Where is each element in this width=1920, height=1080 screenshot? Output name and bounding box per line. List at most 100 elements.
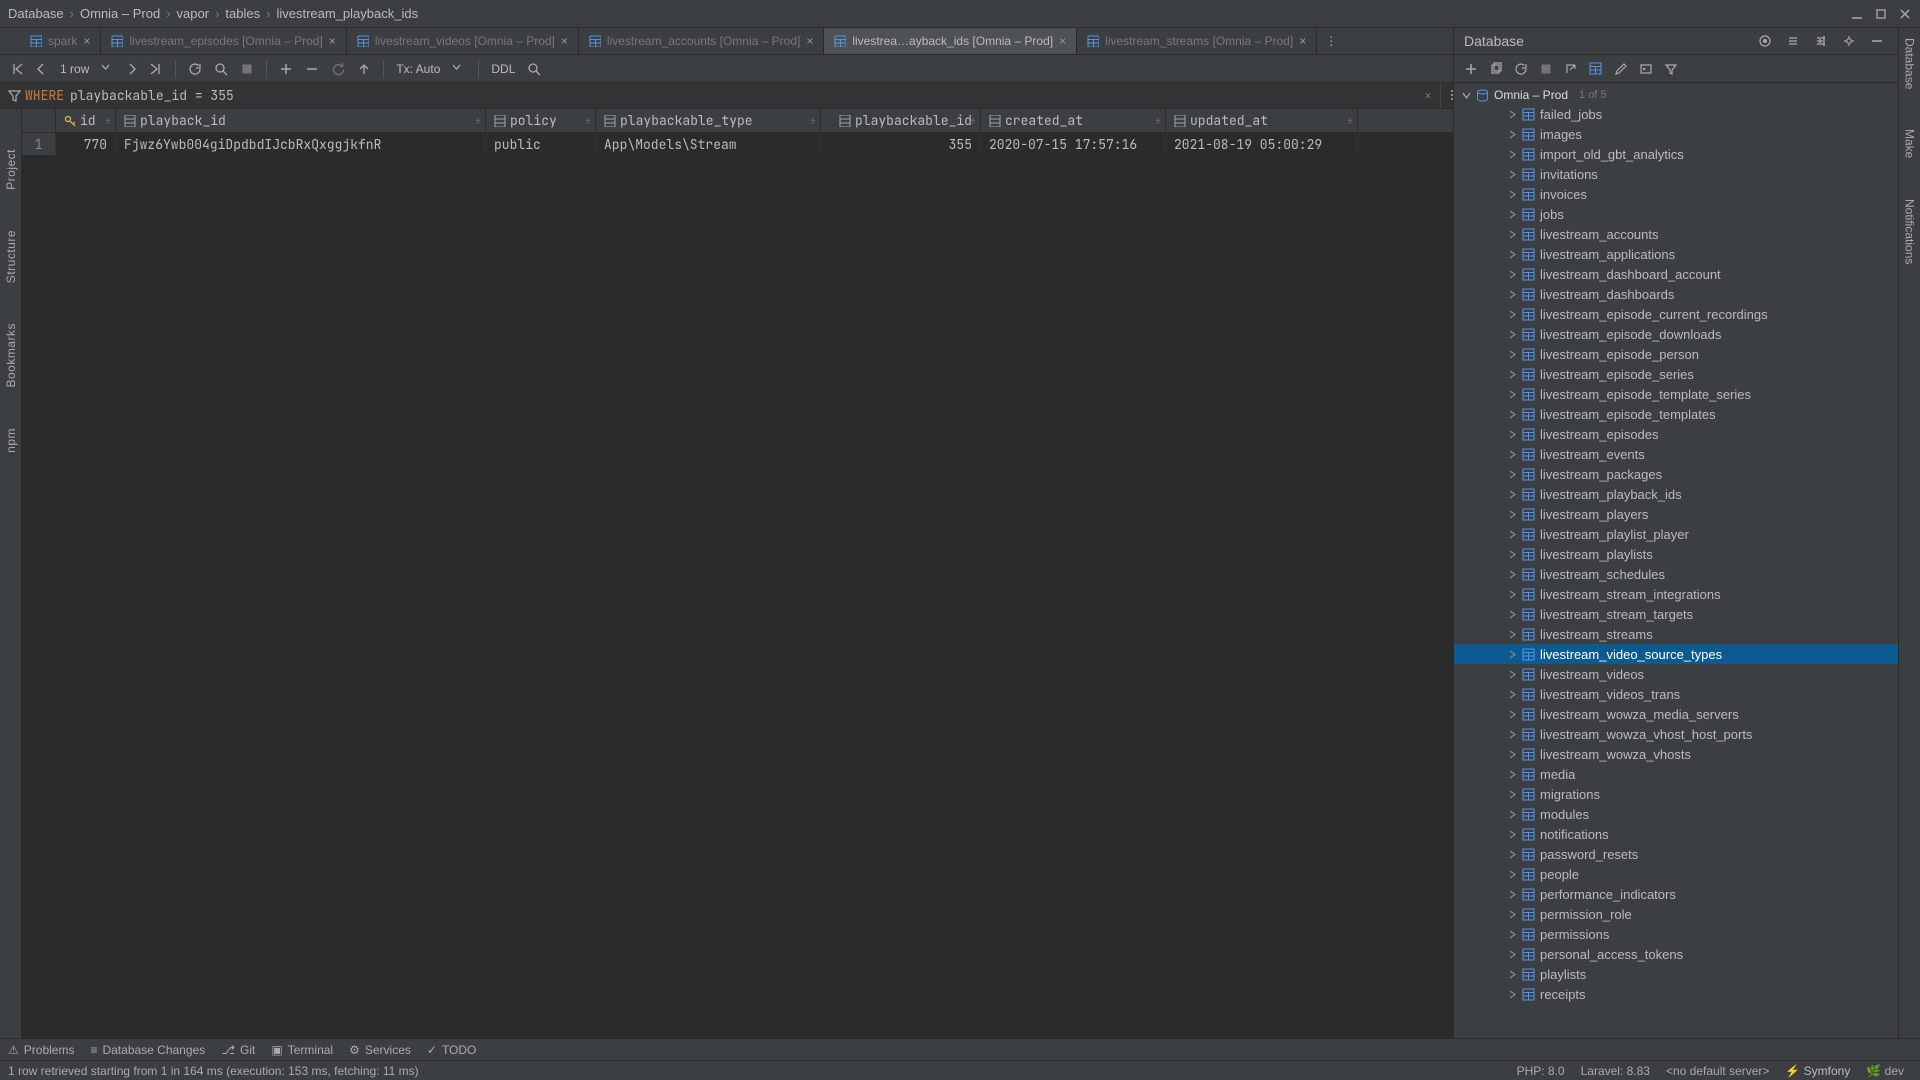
- where-clause-input[interactable]: WHERE playbackable_id = 355 ×: [0, 83, 1440, 108]
- database-tree-table[interactable]: livestream_stream_integrations: [1454, 584, 1898, 604]
- submit-icon[interactable]: [353, 58, 375, 80]
- column-header-id[interactable]: id÷: [56, 109, 116, 132]
- right-gutter-item[interactable]: Database: [1903, 38, 1917, 89]
- editor-tab[interactable]: livestrea…ayback_ids [Omnia – Prod]×: [824, 28, 1077, 54]
- database-tree-table[interactable]: livestream_accounts: [1454, 224, 1898, 244]
- database-tree-table[interactable]: notifications: [1454, 824, 1898, 844]
- database-tree-table[interactable]: livestream_video_source_types: [1454, 644, 1898, 664]
- column-header-policy[interactable]: policy÷: [486, 109, 596, 132]
- database-tree-table[interactable]: migrations: [1454, 784, 1898, 804]
- left-gutter-item[interactable]: Bookmarks: [4, 323, 18, 388]
- database-tree-table[interactable]: images: [1454, 124, 1898, 144]
- database-tree-table[interactable]: media: [1454, 764, 1898, 784]
- database-tree-table[interactable]: livestream_packages: [1454, 464, 1898, 484]
- breadcrumb[interactable]: Database›Omnia – Prod›vapor›tables›lives…: [8, 6, 418, 21]
- left-gutter-item[interactable]: npm: [4, 428, 18, 453]
- settings-icon[interactable]: [1810, 30, 1832, 52]
- cell-playbackable-id[interactable]: 355: [821, 133, 981, 155]
- jump-to-source-icon[interactable]: [1560, 58, 1582, 80]
- close-icon[interactable]: [1898, 7, 1912, 21]
- cell-id[interactable]: 770: [56, 133, 116, 155]
- table-view-icon[interactable]: [1585, 58, 1607, 80]
- console-icon[interactable]: [1635, 58, 1657, 80]
- database-tree-table[interactable]: playlists: [1454, 964, 1898, 984]
- breadcrumb-item[interactable]: Database: [8, 6, 64, 21]
- status-dev[interactable]: 🌿 dev: [1858, 1064, 1912, 1078]
- cell-updated-at[interactable]: 2021-08-19 05:00:29: [1166, 133, 1358, 155]
- breadcrumb-item[interactable]: livestream_playback_ids: [276, 6, 418, 21]
- status-symfony[interactable]: ⚡ Symfony: [1777, 1064, 1858, 1078]
- database-tree-table[interactable]: permissions: [1454, 924, 1898, 944]
- breadcrumb-item[interactable]: tables: [225, 6, 260, 21]
- next-page-icon[interactable]: [121, 58, 143, 80]
- cell-created-at[interactable]: 2020-07-15 17:57:16: [981, 133, 1166, 155]
- search-icon[interactable]: [523, 58, 545, 80]
- database-tree-table[interactable]: permission_role: [1454, 904, 1898, 924]
- clear-filter-icon[interactable]: ×: [1424, 87, 1432, 104]
- close-icon[interactable]: ×: [1299, 34, 1306, 48]
- minimize-icon[interactable]: [1850, 7, 1864, 21]
- tx-mode-label[interactable]: Tx: Auto: [392, 62, 444, 76]
- gear-icon[interactable]: [1838, 30, 1860, 52]
- database-tree-table[interactable]: livestream_episode_downloads: [1454, 324, 1898, 344]
- database-tree-table[interactable]: livestream_episode_person: [1454, 344, 1898, 364]
- database-tree-table[interactable]: livestream_stream_targets: [1454, 604, 1898, 624]
- database-tree-table[interactable]: livestream_videos: [1454, 664, 1898, 684]
- database-tree-table[interactable]: livestream_wowza_vhost_host_ports: [1454, 724, 1898, 744]
- stop-icon[interactable]: [236, 58, 258, 80]
- more-tabs-icon[interactable]: ⋮: [1317, 28, 1345, 54]
- edit-icon[interactable]: [1610, 58, 1632, 80]
- editor-tab[interactable]: livestream_videos [Omnia – Prod]×: [347, 28, 579, 54]
- close-icon[interactable]: ×: [561, 34, 568, 48]
- database-tree-table[interactable]: livestream_applications: [1454, 244, 1898, 264]
- database-tree-table[interactable]: livestream_episode_series: [1454, 364, 1898, 384]
- editor-tab[interactable]: spark×: [20, 28, 101, 54]
- database-tree-table[interactable]: personal_access_tokens: [1454, 944, 1898, 964]
- target-icon[interactable]: [1754, 30, 1776, 52]
- chevron-down-icon[interactable]: [448, 58, 470, 80]
- stop-icon[interactable]: [1535, 58, 1557, 80]
- chevron-down-icon[interactable]: [97, 58, 119, 80]
- preview-icon[interactable]: [210, 58, 232, 80]
- database-tree-table[interactable]: receipts: [1454, 984, 1898, 1004]
- bottom-tab[interactable]: ⎇Git: [221, 1043, 255, 1057]
- database-tree-table[interactable]: import_old_gbt_analytics: [1454, 144, 1898, 164]
- database-tree-root[interactable]: Omnia – Prod 1 of 5: [1454, 86, 1898, 104]
- copy-icon[interactable]: [1485, 58, 1507, 80]
- database-tree-table[interactable]: livestream_playback_ids: [1454, 484, 1898, 504]
- database-tree-table[interactable]: livestream_wowza_media_servers: [1454, 704, 1898, 724]
- database-tree-table[interactable]: livestream_episode_current_recordings: [1454, 304, 1898, 324]
- right-gutter-item[interactable]: Notifications: [1903, 199, 1917, 264]
- database-tree-table[interactable]: livestream_wowza_vhosts: [1454, 744, 1898, 764]
- cell-policy[interactable]: public: [486, 133, 596, 155]
- close-icon[interactable]: ×: [329, 34, 336, 48]
- hide-panel-icon[interactable]: [1866, 30, 1888, 52]
- database-tree-table[interactable]: password_resets: [1454, 844, 1898, 864]
- revert-icon[interactable]: [327, 58, 349, 80]
- close-icon[interactable]: ×: [1059, 34, 1066, 48]
- column-header-playbackable-type[interactable]: playbackable_type÷: [596, 109, 821, 132]
- status-laravel[interactable]: Laravel: 8.83: [1573, 1064, 1658, 1078]
- restore-icon[interactable]: [1874, 7, 1888, 21]
- add-icon[interactable]: [1460, 58, 1482, 80]
- bottom-tab[interactable]: ⚠Problems: [8, 1043, 74, 1057]
- database-tree-table[interactable]: jobs: [1454, 204, 1898, 224]
- status-server[interactable]: <no default server>: [1658, 1064, 1777, 1078]
- column-header-playback-id[interactable]: playback_id÷: [116, 109, 486, 132]
- database-tree-table[interactable]: livestream_events: [1454, 444, 1898, 464]
- filter-icon[interactable]: [1660, 58, 1682, 80]
- breadcrumb-item[interactable]: Omnia – Prod: [80, 6, 160, 21]
- database-tree-table[interactable]: livestream_playlist_player: [1454, 524, 1898, 544]
- editor-tab[interactable]: livestream_episodes [Omnia – Prod]×: [101, 28, 346, 54]
- bottom-tab[interactable]: ⚙Services: [349, 1043, 411, 1057]
- database-tree-table[interactable]: people: [1454, 864, 1898, 884]
- close-icon[interactable]: ×: [83, 34, 90, 48]
- cell-playback-id[interactable]: Fjwz6Ywb004giDpdbdIJcbRxQxggjkfnR: [116, 133, 486, 155]
- column-header-created-at[interactable]: created_at÷: [981, 109, 1166, 132]
- cell-playbackable-type[interactable]: App\Models\Stream: [596, 133, 821, 155]
- first-page-icon[interactable]: [6, 58, 28, 80]
- status-php[interactable]: PHP: 8.0: [1509, 1064, 1573, 1078]
- left-gutter-item[interactable]: Structure: [4, 230, 18, 283]
- remove-row-icon[interactable]: [301, 58, 323, 80]
- database-tree[interactable]: Omnia – Prod 1 of 5 failed_jobsimagesimp…: [1454, 83, 1898, 1038]
